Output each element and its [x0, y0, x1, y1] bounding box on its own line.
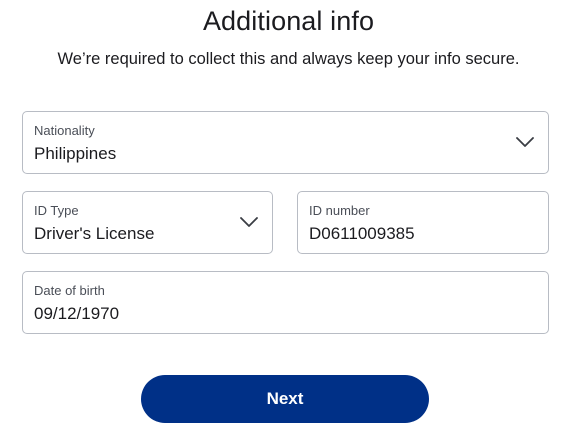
page-subtitle: We’re required to collect this and alway… [57, 50, 520, 68]
chevron-down-icon [240, 216, 258, 227]
date-of-birth-field[interactable]: Date of birth 09/12/1970 [22, 271, 549, 334]
id-number-label: ID number [309, 203, 370, 218]
chevron-down-icon [516, 136, 534, 147]
id-type-select[interactable]: ID Type Driver's License [22, 191, 273, 254]
date-of-birth-label: Date of birth [34, 283, 105, 298]
date-of-birth-value[interactable]: 09/12/1970 [34, 304, 119, 324]
id-type-value: Driver's License [34, 224, 155, 243]
nationality-value: Philippines [34, 144, 117, 163]
nationality-select[interactable]: Nationality Philippines [22, 111, 549, 174]
page-title: Additional info [202, 6, 375, 36]
id-type-label: ID Type [34, 203, 79, 218]
next-button[interactable]: Next [141, 375, 429, 423]
id-number-field[interactable]: ID number D0611009385 [297, 191, 549, 254]
id-number-value[interactable]: D0611009385 [309, 224, 415, 244]
nationality-label: Nationality [34, 123, 95, 138]
